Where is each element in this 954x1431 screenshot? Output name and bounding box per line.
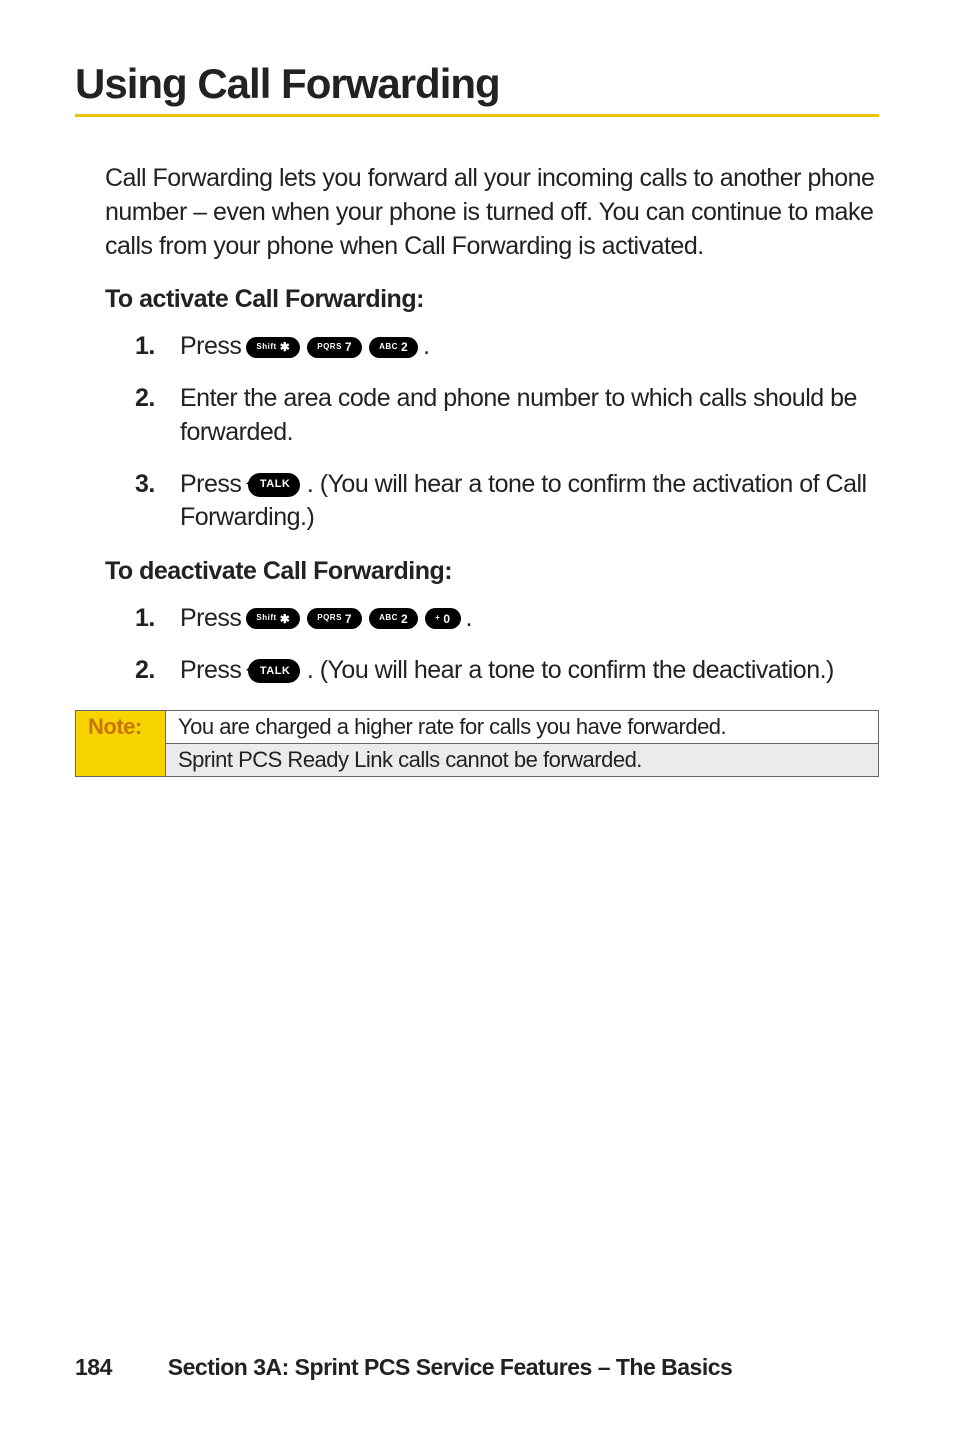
step-tail: . (You will hear a tone to confirm the d… <box>307 656 834 684</box>
deactivate-step-1: 1. Press Shift✱ PQRS7 ABC2 +0 . <box>135 602 879 636</box>
step-number: 1. <box>135 602 180 636</box>
press-label: Press <box>180 656 241 684</box>
note-line-2: Sprint PCS Ready Link calls cannot be fo… <box>166 743 879 776</box>
note-line-1: You are charged a higher rate for calls … <box>166 710 879 743</box>
activate-step-1: 1. Press Shift✱ PQRS7 ABC2 . <box>135 330 879 364</box>
press-label: Press <box>180 330 241 364</box>
note-box: Note: You are charged a higher rate for … <box>75 710 879 777</box>
key-talk: TALK <box>248 659 301 683</box>
key-shift-star: Shift✱ <box>246 337 300 358</box>
heading-rule <box>75 114 879 117</box>
step-number: 1. <box>135 330 180 364</box>
deactivate-heading: To deactivate Call Forwarding: <box>105 557 879 586</box>
key-shift-star: Shift✱ <box>246 608 300 629</box>
step-number: 2. <box>135 382 180 416</box>
deactivate-step-2: 2. Press TALK . (You will hear a tone to… <box>135 654 879 688</box>
period: . <box>466 602 472 636</box>
key-pqrs-7: PQRS7 <box>307 608 362 629</box>
key-abc-2: ABC2 <box>369 337 418 358</box>
key-abc-2: ABC2 <box>369 608 418 629</box>
key-pqrs-7: PQRS7 <box>307 337 362 358</box>
note-label: Note: <box>76 710 166 776</box>
press-label: Press <box>180 470 241 498</box>
deactivate-steps: 1. Press Shift✱ PQRS7 ABC2 +0 . 2. Press… <box>135 602 879 688</box>
activate-heading: To activate Call Forwarding: <box>105 285 879 314</box>
intro-paragraph: Call Forwarding lets you forward all you… <box>105 162 879 263</box>
period: . <box>423 330 429 364</box>
section-label: Section 3A: Sprint PCS Service Features … <box>168 1354 733 1380</box>
step-text: Enter the area code and phone number to … <box>180 382 879 450</box>
page-footer: 184 Section 3A: Sprint PCS Service Featu… <box>75 1354 732 1381</box>
key-talk: TALK <box>248 473 301 497</box>
step-number: 2. <box>135 654 180 688</box>
page-number: 184 <box>75 1354 112 1380</box>
activate-steps: 1. Press Shift✱ PQRS7 ABC2 . 2. Enter th… <box>135 330 879 535</box>
activate-step-2: 2. Enter the area code and phone number … <box>135 382 879 450</box>
step-number: 3. <box>135 468 180 502</box>
activate-step-3: 3. Press TALK . (You will hear a tone to… <box>135 468 879 536</box>
key-plus-0: +0 <box>425 608 460 629</box>
page-heading: Using Call Forwarding <box>75 60 879 108</box>
press-label: Press <box>180 602 241 636</box>
